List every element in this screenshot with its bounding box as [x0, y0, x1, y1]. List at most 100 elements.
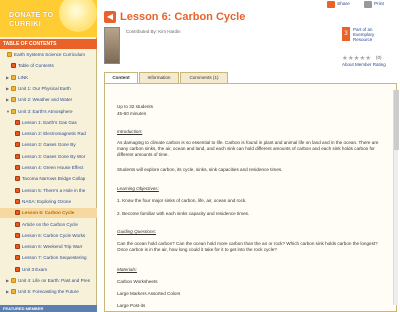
expand-arrow-icon[interactable]: ▶ — [6, 73, 9, 82]
document-icon — [15, 255, 20, 261]
toc-item[interactable]: ▶ Unit 5: Forecasting the Future — [0, 287, 97, 296]
folder-icon — [11, 108, 16, 114]
donate-line2: CURRIKI — [9, 19, 42, 28]
tab-comments[interactable]: Comments (1) — [180, 72, 228, 83]
part-of-resource[interactable]: Part of an Exemplary Resource — [353, 27, 398, 43]
document-icon — [15, 210, 20, 216]
print-icon[interactable] — [364, 1, 372, 8]
toc-item-label: Table of Contents — [18, 63, 54, 69]
document-icon — [15, 142, 20, 148]
toc-item[interactable]: Lesson 6: Carbon Cycle Works — [0, 231, 97, 240]
document-icon — [15, 266, 20, 272]
folder-icon — [11, 85, 16, 91]
tab-information[interactable]: Information — [139, 72, 179, 83]
toc-item[interactable]: Lesson 5: There's a Hole in the — [0, 186, 97, 195]
exemplary-badge: 3 — [342, 27, 350, 41]
folder-icon — [7, 52, 12, 57]
expand-arrow-icon[interactable]: ▶ — [6, 276, 9, 285]
folder-icon — [11, 278, 16, 283]
folder-icon — [11, 289, 16, 295]
expand-arrow-icon[interactable]: ▶ — [6, 287, 9, 296]
document-icon — [15, 165, 20, 170]
rating-stars[interactable]: ★★★★★ — [342, 54, 371, 62]
toc-item[interactable]: Lesson 3: Gases Gone By Wor — [0, 152, 97, 161]
toc-item-label: Lesson 6: Carbon Cycle Works — [22, 232, 86, 238]
document-icon — [15, 244, 20, 250]
share-icon[interactable] — [327, 1, 335, 8]
toc-item[interactable]: NASA: Exploring Ozone — [0, 197, 97, 206]
print-link[interactable]: Print — [374, 2, 384, 7]
document-icon — [15, 187, 20, 193]
toc-item[interactable]: Article on the Carbon Cycle — [0, 220, 97, 229]
toc-item-label: Lesson 4: Green House Effect — [22, 165, 84, 170]
folder-icon — [11, 74, 16, 80]
sidebar: DONATE TO CURRIKI TABLE OF CONTENTS Eart… — [0, 0, 97, 312]
toc-item-label: Unit 3: Earth's Atmosphere — [18, 108, 73, 114]
toc-item[interactable]: ▶ LINK — [0, 73, 97, 82]
intro-heading: Introduction: — [117, 129, 143, 134]
document-icon — [15, 153, 20, 159]
toc-item-label: Earth Systems Science Curriculum — [14, 52, 85, 57]
sun-icon — [59, 0, 97, 32]
featured-member-header: FEATURED MEMBER — [0, 305, 97, 312]
toc-item-label: Unit 3 Exam — [22, 266, 48, 272]
toc-item[interactable]: Tacoma Narrows Bridge Collap — [0, 174, 97, 183]
toc-item-label: Lesson 6: Weekend Trip Warr — [22, 244, 83, 250]
rating-count: (0) — [376, 55, 382, 60]
toc-item[interactable]: Lesson 4: Green House Effect — [0, 163, 97, 172]
expand-arrow-icon[interactable]: ▶ — [6, 84, 9, 93]
intro-text: As damaging to climate carbon is so esse… — [117, 140, 379, 158]
folder-icon — [11, 97, 16, 103]
expand-arrow-icon[interactable]: ▼ — [6, 107, 10, 116]
toc-item-label: Article on the Carbon Cycle — [22, 221, 78, 227]
toc-item[interactable]: Lesson 1: Earth's Gas Gas — [0, 118, 97, 127]
back-arrow-icon[interactable]: ◀ — [104, 11, 116, 23]
part-of-line3: Resource — [353, 37, 373, 43]
donate-banner[interactable]: DONATE TO CURRIKI — [0, 0, 97, 37]
materials-heading: Materials: — [117, 267, 137, 272]
toc-title: TABLE OF CONTENTS — [0, 39, 97, 49]
questions-text: Can the ocean hold carbon? Can the ocean… — [117, 241, 378, 253]
content-panel: Up to 32 students 45-60 minutes Introduc… — [104, 83, 397, 312]
toc-item-label: Unit 4: Life on Earth: Past and Pres — [18, 278, 91, 283]
toc-item-label: Unit 1: Our Physical Earth — [18, 85, 71, 91]
toc-item-label: Lesson 3: Gases Gone By — [22, 142, 76, 148]
questions-heading: Guiding Questions: — [117, 229, 157, 234]
document-icon — [15, 221, 20, 227]
toc-item[interactable]: Earth Systems Science Curriculum — [0, 50, 97, 59]
toc-item[interactable]: Lesson 3: Gases Gone By — [0, 140, 97, 149]
toc-item[interactable]: ▼ Unit 3: Earth's Atmosphere — [0, 107, 97, 116]
toc-item[interactable]: Table of Contents — [0, 61, 97, 70]
main-content: ◀ Lesson 6: Carbon Cycle Share Print Con… — [100, 0, 400, 312]
toc-item[interactable]: ▶ Unit 1: Our Physical Earth — [0, 84, 97, 93]
scrollbar-thumb[interactable] — [394, 90, 399, 150]
objective-2: 2. Become familiar with each sinks capac… — [117, 211, 250, 216]
toc-item[interactable]: ▶ Unit 2: Weather and Water — [0, 95, 97, 104]
duration: 45-60 minutes — [117, 111, 147, 116]
document-icon — [15, 119, 20, 125]
toc-item-label: Lesson 2: Electromagnetic Rad — [22, 131, 86, 137]
about-rating-link[interactable]: About Member Rating — [342, 62, 386, 67]
toc-item[interactable]: ▶ Unit 4: Life on Earth: Past and Pres — [0, 276, 97, 285]
toc-item[interactable]: Lesson 7: Carbon Sequestering — [0, 253, 97, 262]
document-icon — [15, 232, 20, 238]
donate-line1: DONATE TO — [9, 10, 54, 19]
toc-item-label: Unit 5: Forecasting the Future — [18, 289, 79, 295]
toc-item-label: Tacoma Narrows Bridge Collap — [22, 176, 86, 182]
document-icon — [15, 131, 20, 137]
toc-item[interactable]: Unit 3 Exam — [0, 265, 97, 274]
contributor[interactable]: Contributed By: Kim Hardin — [126, 29, 181, 34]
toc-item[interactable]: Lesson 6: Weekend Trip Warr — [0, 242, 97, 251]
toc-item[interactable]: Lesson 6: Carbon Cycle — [0, 208, 97, 218]
document-icon — [11, 63, 16, 69]
scrollbar[interactable] — [393, 90, 399, 305]
share-link[interactable]: Share — [337, 2, 350, 7]
expand-arrow-icon[interactable]: ▶ — [6, 95, 9, 104]
material-1: Carbon Worksheets — [117, 279, 158, 284]
intro-text-2: Students will explore carbon, its cycle,… — [117, 167, 283, 172]
toc-item-label: Lesson 6: Carbon Cycle — [22, 210, 75, 216]
material-3: Large Post-its — [117, 303, 146, 308]
document-icon — [15, 198, 20, 204]
toc-item[interactable]: Lesson 2: Electromagnetic Rad — [0, 129, 97, 138]
toc-item-label: Lesson 7: Carbon Sequestering — [22, 255, 87, 261]
